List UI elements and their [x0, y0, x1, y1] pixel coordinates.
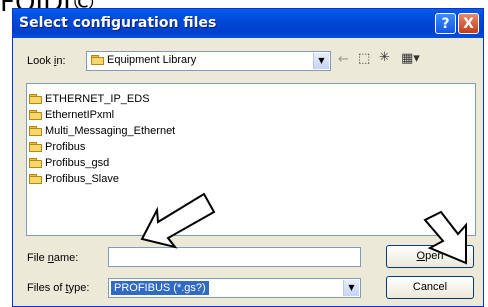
open-button-arrow-icon: [423, 210, 467, 265]
file-name-arrow-icon: [140, 192, 216, 249]
annotation-arrows: [140, 192, 467, 265]
